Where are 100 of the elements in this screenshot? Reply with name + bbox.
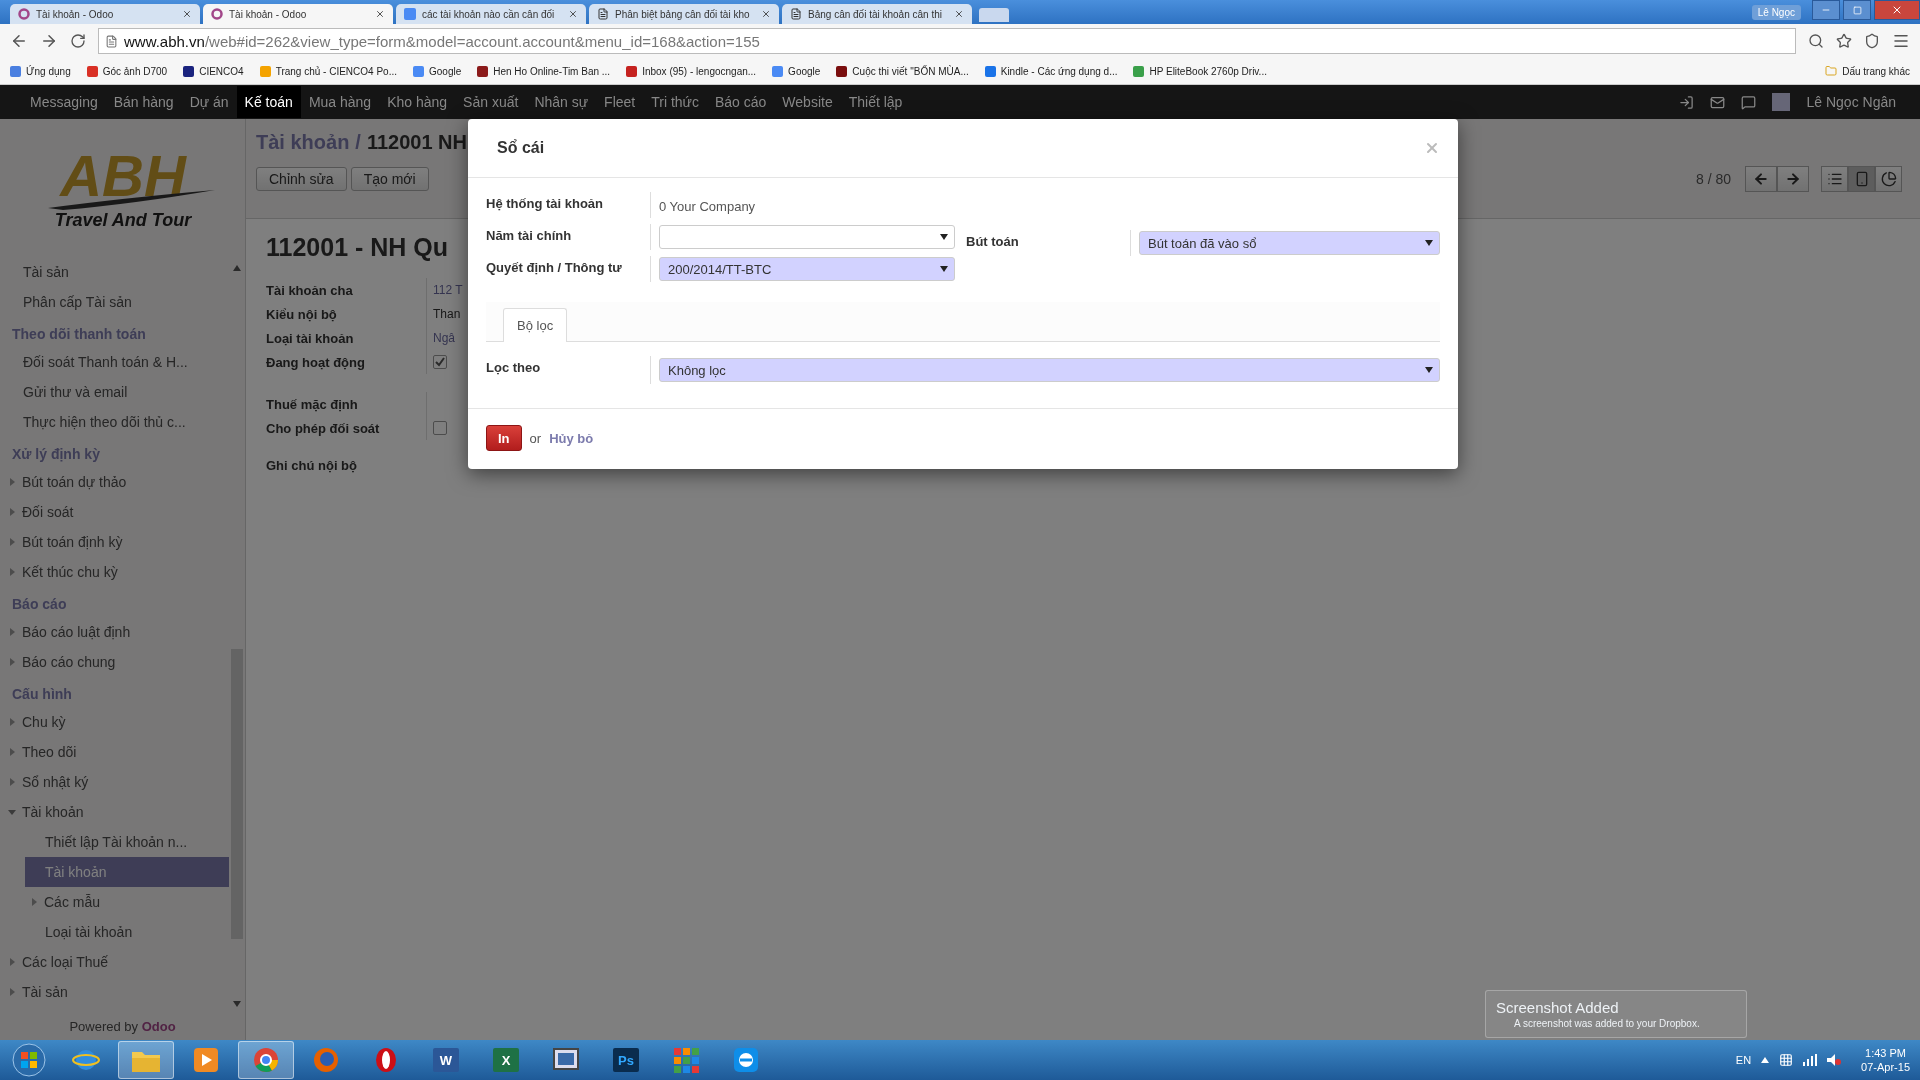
previous-button[interactable] xyxy=(1745,166,1777,192)
print-button[interactable]: In xyxy=(486,425,522,451)
bookmark[interactable]: Inbox (95) - lengocngan... xyxy=(626,65,757,77)
menu-item[interactable]: Loại tài khoản xyxy=(0,917,229,947)
select-field[interactable]: 200/2014/TT-BTC xyxy=(659,257,955,281)
bookmark-folder[interactable]: Dấu trang khác xyxy=(1825,65,1910,77)
tray-icon[interactable] xyxy=(1779,1053,1794,1067)
close-icon[interactable] xyxy=(761,9,771,19)
nav-menu-item[interactable]: Fleet xyxy=(596,86,644,118)
menu-item[interactable]: Theo dõi xyxy=(0,737,229,767)
field-value[interactable]: 112 T xyxy=(433,283,463,297)
profile-badge[interactable]: Lê Ngọc xyxy=(1751,4,1801,20)
close-icon[interactable] xyxy=(568,9,578,19)
checkbox[interactable] xyxy=(433,421,447,435)
taskbar-app-button[interactable] xyxy=(238,1041,294,1079)
bookmark[interactable]: Hen Ho Online-Tim Ban ... xyxy=(477,65,611,77)
signal-icon[interactable] xyxy=(1803,1054,1818,1066)
nav-menu-item[interactable]: Kho hàng xyxy=(379,86,456,118)
nav-menu-item[interactable]: Mua hàng xyxy=(300,86,380,118)
menu-item[interactable]: Bút toán định kỳ xyxy=(0,527,229,557)
bookmark[interactable]: Google xyxy=(413,65,462,77)
nav-menu-item[interactable]: Bán hàng xyxy=(105,86,182,118)
view-switch-button[interactable] xyxy=(1848,166,1875,192)
close-icon[interactable] xyxy=(375,9,385,19)
grid-icon[interactable] xyxy=(673,1047,699,1073)
taskbar-app-button[interactable]: W xyxy=(418,1041,474,1079)
view-switch-button[interactable] xyxy=(1821,166,1848,192)
maximize-button[interactable] xyxy=(1843,0,1871,20)
nav-menu-item[interactable]: Dự án xyxy=(181,86,237,118)
bookmark[interactable]: Kindle - Các ứng dụng d... xyxy=(984,65,1118,77)
bookmark[interactable]: Ứng dụng xyxy=(10,65,71,77)
menu-item[interactable]: Thực hiện theo dõi thủ c... xyxy=(0,407,229,437)
menu-item[interactable]: Báo cáo chung xyxy=(0,647,229,677)
bookmark[interactable]: Cuộc thi viết "BỐN MÙA... xyxy=(836,65,969,77)
sign-in-icon[interactable] xyxy=(1679,94,1695,110)
expanded-triangle-icon[interactable] xyxy=(8,808,16,816)
nav-menu-item[interactable]: Website xyxy=(774,86,841,118)
ring-icon[interactable] xyxy=(374,1046,398,1074)
action-button[interactable]: Tạo mới xyxy=(350,167,429,191)
next-button[interactable] xyxy=(1777,166,1809,192)
menu-item[interactable]: Báo cáo luật định xyxy=(0,617,229,647)
menu-item[interactable]: Phân cấp Tài sản xyxy=(0,287,229,317)
menu-item[interactable]: Các loại Thuế xyxy=(0,947,229,977)
menu-item[interactable]: Sổ nhật ký xyxy=(0,767,229,797)
scroll-down-icon[interactable] xyxy=(233,1001,241,1007)
search-icon[interactable] xyxy=(1808,33,1824,49)
menu-item[interactable]: Kết thúc chu kỳ xyxy=(0,557,229,587)
nav-menu-item[interactable]: Sản xuất xyxy=(455,86,527,118)
dialog-tab[interactable]: Bộ lọc xyxy=(503,308,568,342)
photo-editor-icon[interactable]: Ps xyxy=(612,1047,640,1073)
nav-menu-item[interactable]: Báo cáo xyxy=(707,86,775,118)
select-field[interactable]: Không lọc xyxy=(659,358,1440,382)
chat-icon[interactable] xyxy=(1741,94,1757,110)
close-icon[interactable] xyxy=(182,9,192,19)
scroll-up-icon[interactable] xyxy=(233,265,241,271)
taskbar-app-button[interactable]: Ps xyxy=(598,1041,654,1079)
nav-menu-item[interactable]: Tri thức xyxy=(643,86,707,118)
menu-item[interactable]: Tài sản xyxy=(0,977,229,1007)
menu-icon[interactable] xyxy=(1892,32,1910,50)
browser-tab[interactable]: Phân biệt bảng cân đối tài kho xyxy=(589,4,779,24)
back-icon[interactable] xyxy=(10,32,28,50)
document-icon[interactable]: X xyxy=(492,1047,520,1073)
browser-tab[interactable]: Tài khoản - Odoo xyxy=(203,4,393,24)
nav-menu-item[interactable]: Messaging xyxy=(22,86,106,118)
menu-item[interactable]: Chu kỳ xyxy=(0,707,229,737)
play-icon[interactable] xyxy=(193,1047,219,1073)
browser-tab[interactable]: Bảng cân đối tài khoản cân thi xyxy=(782,4,972,24)
bookmark[interactable]: Google xyxy=(772,65,821,77)
taskbar-app-button[interactable]: X xyxy=(478,1041,534,1079)
menu-item[interactable]: Đối soát xyxy=(0,497,229,527)
remote-icon[interactable] xyxy=(733,1047,759,1073)
speaker-icon[interactable] xyxy=(1827,1054,1842,1066)
menu-item[interactable]: Thiết lập Tài khoản n... xyxy=(0,827,229,857)
nav-menu-item[interactable]: Thiết lập xyxy=(840,86,911,118)
bookmark[interactable]: Trang chủ - CIENCO4 Po... xyxy=(259,65,397,77)
address-field[interactable]: www.abh.vn/web#id=262&view_type=form&model=account.account&menu_id=168&action=155 xyxy=(98,28,1796,54)
menu-item[interactable]: Các mẫu xyxy=(0,887,229,917)
select-field[interactable]: Bút toán đã vào sổ xyxy=(1139,231,1440,255)
menu-item[interactable]: Gửi thư và email xyxy=(0,377,229,407)
cancel-link[interactable]: Hủy bỏ xyxy=(549,430,594,446)
browser-tab[interactable]: Tài khoản - Odoo xyxy=(10,4,200,24)
action-button[interactable]: Chỉnh sửa xyxy=(256,167,347,191)
shield-icon[interactable] xyxy=(1864,33,1880,49)
reload-icon[interactable] xyxy=(70,33,86,49)
chrome-icon[interactable] xyxy=(252,1046,280,1074)
user-menu[interactable]: Lê Ngọc Ngân xyxy=(1806,94,1896,110)
nav-menu-item[interactable]: Nhân sự xyxy=(526,86,597,118)
mail-icon[interactable] xyxy=(1710,94,1726,110)
nav-menu-item[interactable]: Kế toán xyxy=(236,86,301,118)
bookmark[interactable]: CIENCO4 xyxy=(183,65,244,77)
menu-item[interactable]: Bút toán dự thảo xyxy=(0,467,229,497)
close-icon[interactable] xyxy=(954,9,964,19)
menu-item[interactable]: Tài khoản xyxy=(0,797,229,827)
menu-item[interactable]: Tài khoản xyxy=(25,857,229,887)
bookmark[interactable]: Góc ảnh D700 xyxy=(86,65,168,77)
bookmark[interactable]: HP EliteBook 2760p Driv... xyxy=(1133,65,1267,77)
browser-tab[interactable]: các tài khoản nào cần cân đối xyxy=(396,4,586,24)
menu-item[interactable]: Tài sản xyxy=(0,257,229,287)
select-field[interactable] xyxy=(659,225,955,249)
view-switch-button[interactable] xyxy=(1875,166,1902,192)
